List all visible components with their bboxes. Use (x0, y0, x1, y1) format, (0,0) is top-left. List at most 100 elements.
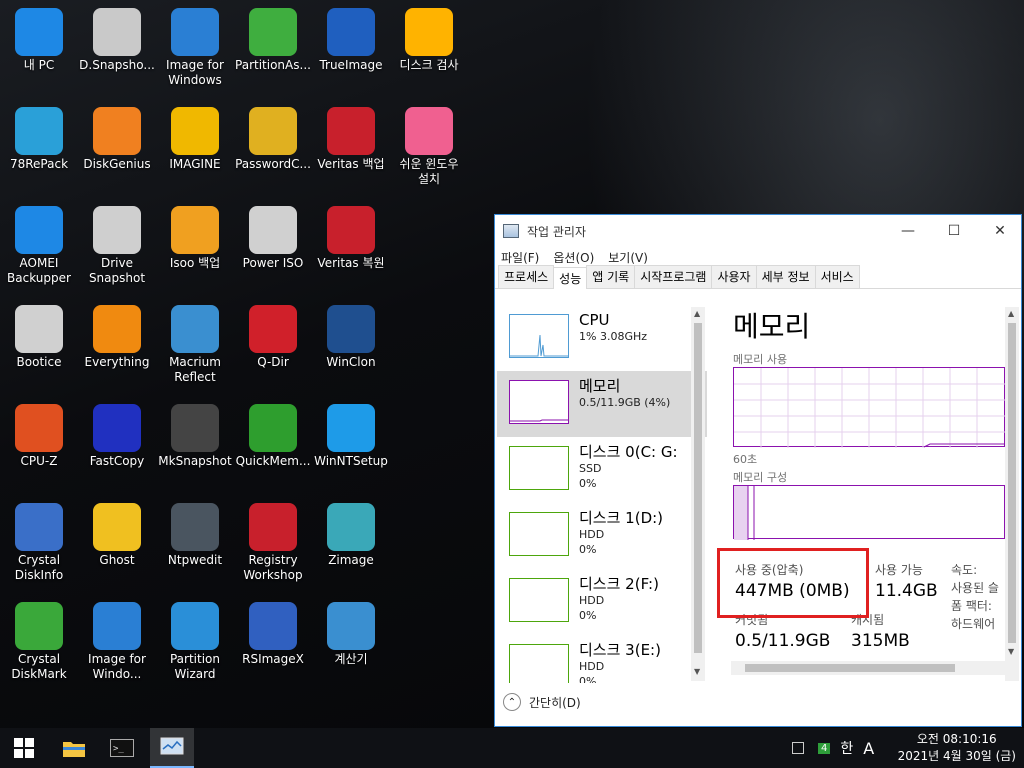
scroll-up-icon[interactable]: ▲ (694, 309, 700, 318)
start-button[interactable] (2, 728, 46, 768)
menu-file[interactable]: 파일(F) (501, 249, 539, 266)
desktop-icon[interactable]: WinClon (312, 299, 390, 393)
desktop-icon[interactable]: AOMEI Backupper (0, 200, 78, 294)
desktop-icon[interactable]: WinNTSetup (312, 398, 390, 492)
menu-view[interactable]: 보기(V) (608, 249, 648, 266)
chip-icon (15, 404, 63, 452)
form-factor-label: 폼 팩터: (951, 599, 992, 613)
fewer-details-label: 간단히(D) (529, 695, 581, 710)
desktop-icon[interactable]: Drive Snapshot (78, 200, 156, 294)
tab-performance[interactable]: 성능 (553, 267, 588, 289)
desktop-icon[interactable]: Zimage (312, 497, 390, 591)
desktop-icon[interactable]: CPU-Z (0, 398, 78, 492)
sync-icon (15, 206, 63, 254)
detail-horizontal-scrollbar[interactable] (731, 661, 1007, 675)
grid-icon (249, 305, 297, 353)
available-value: 11.4GB (875, 581, 938, 601)
windows-pink-icon (405, 107, 453, 155)
desktop-icon-label: Q-Dir (257, 355, 289, 369)
perf-item-disk2[interactable]: 디스크 2(F:) HDD 0% (497, 569, 707, 635)
perf-item-cpu[interactable]: CPU 1% 3.08GHz (497, 305, 707, 371)
tab-details[interactable]: 세부 정보 (755, 265, 816, 288)
cmd-button[interactable]: >_ (100, 728, 144, 768)
tab-strip: 프로세스 성능 앱 기록 시작프로그램 사용자 세부 정보 서비스 (495, 265, 1021, 289)
perf-name: 디스크 0(C: G: (579, 443, 678, 461)
clock-date: 2021년 4월 30일 (금) (897, 749, 1016, 763)
desktop-icon[interactable]: Macrium Reflect (156, 299, 234, 393)
perf-item-disk3[interactable]: 디스크 3(E:) HDD 0% (497, 635, 707, 683)
task-manager-icon (503, 224, 519, 238)
system-tray: 4 한 A (792, 728, 874, 768)
ime-indicator[interactable]: A (863, 739, 874, 758)
desktop-icon[interactable]: DiskGenius (78, 101, 156, 195)
desktop-icon[interactable]: Veritas 복원 (312, 200, 390, 294)
desktop-icon[interactable]: Veritas 백업 (312, 101, 390, 195)
desktop-icon-label: CPU-Z (20, 454, 58, 468)
graph-time-label: 60초 (733, 453, 758, 466)
desktop-icon[interactable]: 내 PC (0, 2, 78, 96)
memory-composition-bar (733, 485, 1005, 540)
scroll-down-icon[interactable]: ▼ (694, 667, 700, 676)
desktop-icon-label: PasswordC... (235, 157, 311, 171)
desktop-icon[interactable]: Isoo 백업 (156, 200, 234, 294)
desktop-icon[interactable]: TrueImage (312, 2, 390, 96)
desktop-icon[interactable]: FastCopy (78, 398, 156, 492)
desktop-icon[interactable]: Ntpwedit (156, 497, 234, 591)
desktop-icon[interactable]: Image for Windo... (78, 596, 156, 690)
desktop-icon[interactable]: Crystal DiskMark (0, 596, 78, 690)
scroll-down-icon[interactable]: ▼ (1008, 647, 1014, 656)
clock[interactable]: 오전 08:10:16 2021년 4월 30일 (금) (898, 731, 1016, 765)
detail-scrollbar[interactable]: ▲ ▼ (1005, 307, 1019, 681)
close-button[interactable]: ✕ (977, 215, 1023, 247)
tab-startup[interactable]: 시작프로그램 (634, 265, 713, 288)
desktop-icon[interactable]: IMAGINE (156, 101, 234, 195)
desktop-icon[interactable]: Partition Wizard (156, 596, 234, 690)
key-icon (249, 107, 297, 155)
desktop-icon[interactable]: 쉬운 윈도우 설치 (390, 101, 468, 195)
scrollbar-thumb[interactable] (694, 323, 702, 653)
desktop-icon[interactable]: PartitionAs... (234, 2, 312, 96)
desktop-icon[interactable]: Q-Dir (234, 299, 312, 393)
action-center-icon[interactable] (792, 742, 804, 754)
keyboard-layout-icon[interactable]: 한 (840, 738, 853, 758)
tab-users[interactable]: 사용자 (711, 265, 757, 288)
perf-item-disk0[interactable]: 디스크 0(C: G: SSD 0% (497, 437, 707, 503)
desktop-icon[interactable]: Power ISO (234, 200, 312, 294)
scroll-up-icon[interactable]: ▲ (1008, 309, 1014, 318)
task-manager-taskbar-button[interactable] (150, 728, 194, 768)
desktop-icon[interactable]: Bootice (0, 299, 78, 393)
desktop-icon[interactable]: MkSnapshot (156, 398, 234, 492)
minimize-button[interactable]: — (885, 215, 931, 247)
desktop-icon[interactable]: QuickMem... (234, 398, 312, 492)
desktop-icon[interactable]: Registry Workshop (234, 497, 312, 591)
fewer-details-toggle[interactable]: ⌃ 간단히(D) (503, 693, 581, 711)
maximize-button[interactable]: ☐ (931, 215, 977, 247)
desktop-icon[interactable]: 계산기 (312, 596, 390, 690)
perf-item-memory[interactable]: 메모리 0.5/11.9GB (4%) (497, 371, 707, 437)
title-bar[interactable]: 작업 관리자 — ☐ ✕ (495, 215, 1021, 247)
tab-processes[interactable]: 프로세스 (498, 265, 555, 288)
tab-services[interactable]: 서비스 (814, 265, 860, 288)
desktop-icon-label: Image for Windo... (88, 652, 146, 681)
desktop-icon[interactable]: 78RePack (0, 101, 78, 195)
desktop-icon[interactable]: RSImageX (234, 596, 312, 690)
diskinfo-icon (15, 503, 63, 551)
page-title: 메모리 (733, 310, 811, 343)
tab-app-history[interactable]: 앱 기록 (586, 265, 636, 288)
scrollbar-thumb[interactable] (745, 664, 955, 672)
file-explorer-button[interactable] (52, 728, 96, 768)
desktop-icon[interactable]: Everything (78, 299, 156, 393)
scrollbar-thumb[interactable] (1008, 323, 1016, 643)
desktop-icon[interactable]: PasswordC... (234, 101, 312, 195)
desktop-icon[interactable]: 디스크 검사 (390, 2, 468, 96)
desktop-icon[interactable]: Crystal DiskInfo (0, 497, 78, 591)
desktop-icon[interactable]: D.Snapsho... (78, 2, 156, 96)
tray-badge[interactable]: 4 (818, 742, 831, 754)
desktop-icon[interactable]: Image for Windows (156, 2, 234, 96)
perf-list-scrollbar[interactable]: ▲ ▼ (691, 307, 705, 681)
bootice-icon (15, 305, 63, 353)
desktop-icon[interactable]: Ghost (78, 497, 156, 591)
perf-item-disk1[interactable]: 디스크 1(D:) HDD 0% (497, 503, 707, 569)
perf-sub: 1% 3.08GHz (579, 330, 648, 343)
menu-options[interactable]: 옵션(O) (553, 249, 594, 266)
